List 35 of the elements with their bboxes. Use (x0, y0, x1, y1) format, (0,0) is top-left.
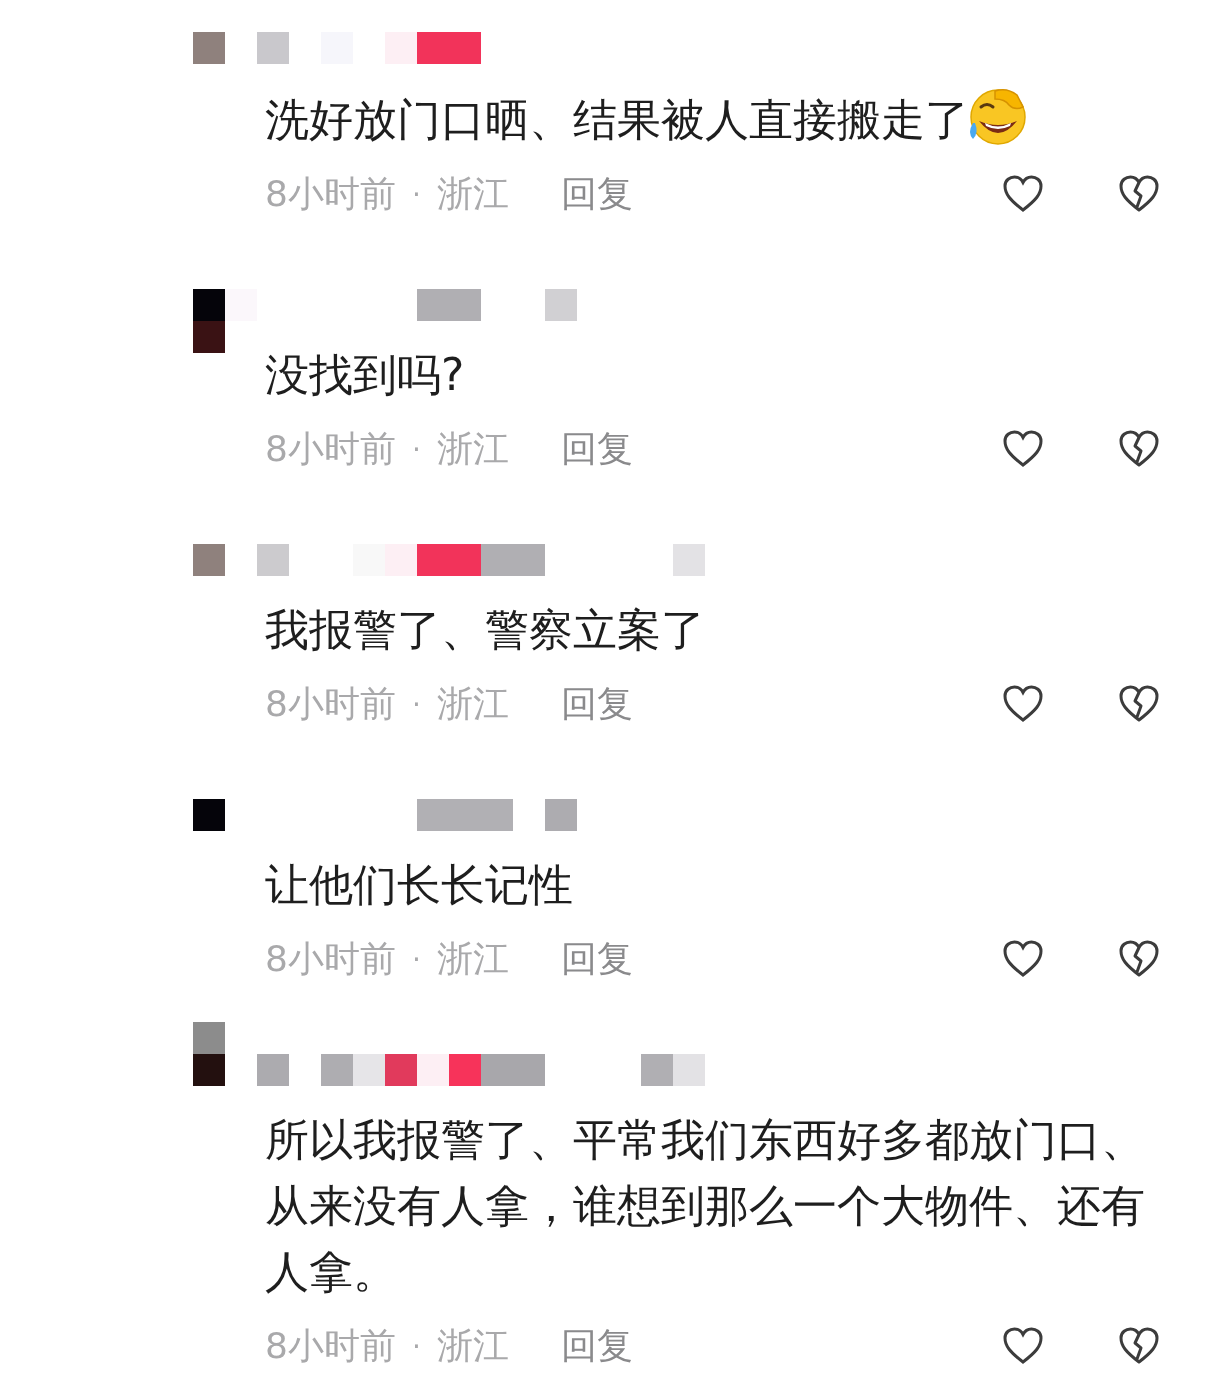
heart-icon[interactable] (1002, 939, 1044, 979)
comment-time: 8小时前 (265, 936, 396, 981)
separator-dot: · (411, 942, 421, 976)
comment-time: 8小时前 (265, 1323, 396, 1368)
separator-dot: · (411, 432, 421, 466)
broken-heart-icon[interactable] (1118, 429, 1160, 469)
comment-location: 浙江 (436, 426, 509, 471)
reply-link[interactable]: 回复 (560, 424, 633, 474)
comment-location: 浙江 (436, 936, 509, 981)
heart-icon[interactable] (1002, 684, 1044, 724)
heart-icon[interactable] (1002, 1326, 1044, 1366)
comment-location: 浙江 (436, 171, 509, 216)
heart-icon[interactable] (1002, 174, 1044, 214)
separator-dot: · (411, 687, 421, 721)
reply-link[interactable]: 回复 (560, 1321, 633, 1371)
reply-link[interactable]: 回复 (560, 679, 633, 729)
comment-text: 我报警了、警察立案了 (265, 603, 706, 657)
separator-dot: · (411, 177, 421, 211)
broken-heart-icon[interactable] (1118, 1326, 1160, 1366)
comment-text: 让他们长长记性 (265, 858, 574, 912)
broken-heart-icon[interactable] (1118, 939, 1160, 979)
broken-heart-icon[interactable] (1118, 174, 1160, 214)
comment-text: 洗好放门口晒、结果被人直接搬走了 (265, 85, 1155, 153)
comment-location: 浙江 (436, 681, 509, 726)
heart-icon[interactable] (1002, 429, 1044, 469)
comment-time: 8小时前 (265, 681, 396, 726)
separator-dot: · (411, 1329, 421, 1363)
comment-text: 没找到吗? (265, 348, 466, 402)
broken-heart-icon[interactable] (1118, 684, 1160, 724)
reply-link[interactable]: 回复 (560, 934, 633, 984)
comment-time: 8小时前 (265, 171, 396, 216)
comment-text: 所以我报警了、平常我们东西好多都放门口、从来没有人拿，谁想到那么一个大物件、还有人拿。 (265, 1113, 1146, 1299)
comment-time: 8小时前 (265, 426, 396, 471)
reply-link[interactable]: 回复 (560, 169, 633, 219)
comment-location: 浙江 (436, 1323, 509, 1368)
